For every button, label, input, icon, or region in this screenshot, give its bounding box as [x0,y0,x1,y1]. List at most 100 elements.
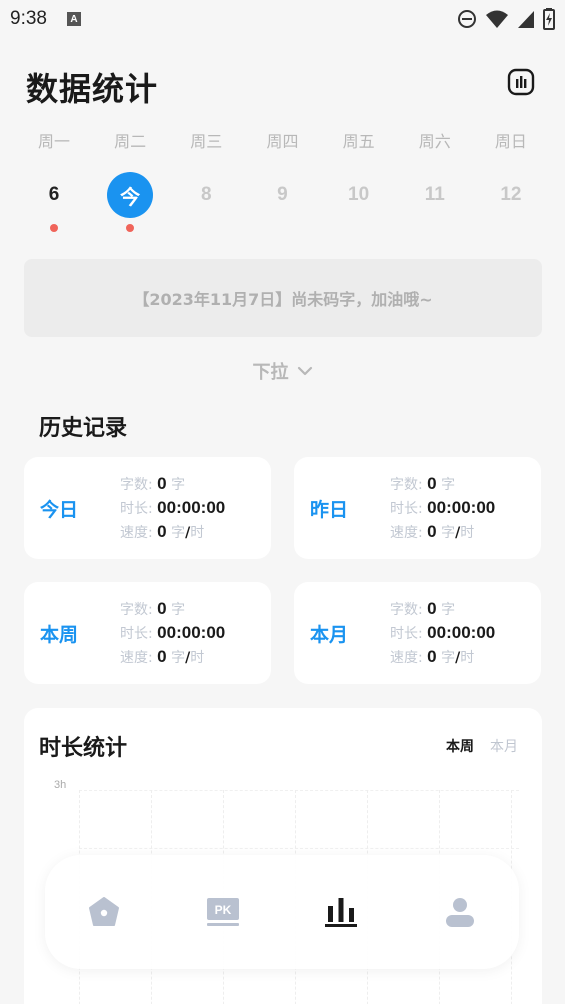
grid-line [79,790,519,791]
stat-count-line: 字数: 0 字 [120,599,225,619]
stat-unit: 时 [190,525,205,541]
stat-card-week[interactable]: 本周 字数: 0 字 时长: 00:00:00 速度: 0 字/时 [24,582,271,684]
week-day-label: 周六 [418,132,451,151]
week-day-label: 周二 [114,132,147,151]
stat-field-label: 字数: [390,602,423,618]
stat-card-label: 本周 [40,623,79,646]
stat-count-line: 字数: 0 字 [390,474,495,494]
week-date[interactable]: 6 [31,172,77,218]
nav-stats[interactable] [311,882,371,942]
week-date-today[interactable]: 今 [107,172,154,218]
nav-pk[interactable]: PK [193,882,253,942]
week-calendar: 周一 6 周二 今 周三 8 周四 9 周五 10 周六 11 周日 12 [16,130,549,232]
status-icons [457,8,555,30]
week-day-label: 周一 [37,132,70,151]
stat-field-label: 字数: [390,477,423,493]
stat-unit: 时 [460,525,475,541]
week-date[interactable]: 9 [259,172,305,218]
chart-button[interactable] [507,68,535,96]
pk-icon: PK [206,898,239,926]
stat-duration-value: 00:00:00 [157,498,226,517]
week-day-sat[interactable]: 周六 11 [397,130,473,232]
nav-home[interactable] [74,882,134,942]
stat-field-label: 速度: [120,650,153,666]
record-dot [50,224,58,232]
notification-icon: A [66,12,81,26]
week-day-label: 周三 [190,132,223,151]
stat-count-value: 0 [427,599,437,618]
stat-field-label: 时长: [120,626,153,642]
stat-field-label: 时长: [390,501,423,517]
week-day-tue[interactable]: 周二 今 [92,130,168,232]
stat-speed-value: 0 [427,647,437,666]
notice-text: 【2023年11月7日】尚未码字，加油哦~ [133,290,433,309]
stats-icon [325,898,358,927]
week-day-label: 周四 [266,132,299,151]
stat-unit: 字 [441,602,456,618]
profile-icon [445,898,474,927]
stat-duration-line: 时长: 00:00:00 [390,623,495,643]
stat-card-yesterday[interactable]: 昨日 字数: 0 字 时长: 00:00:00 速度: 0 字/时 [294,457,541,559]
stat-unit: 字 [171,602,186,618]
page-title: 数据统计 [26,70,159,108]
week-day-label: 周日 [494,132,527,151]
stat-unit: 字 [171,525,186,541]
stat-field-label: 速度: [390,650,423,666]
nav-profile[interactable] [430,882,490,942]
stat-speed-value: 0 [157,647,167,666]
week-date[interactable]: 12 [488,172,534,218]
stat-duration-line: 时长: 00:00:00 [120,498,225,518]
status-time: 9:38 [10,8,47,29]
battery-icon [543,8,555,30]
week-day-thu[interactable]: 周四 9 [244,130,320,232]
stat-unit: 字 [171,650,186,666]
stat-field-label: 时长: [120,501,153,517]
y-axis-tick: 3h [54,779,67,791]
week-day-sun[interactable]: 周日 12 [473,130,549,232]
stat-unit: 字 [441,525,456,541]
bar-chart-icon [507,68,535,96]
stat-card-month[interactable]: 本月 字数: 0 字 时长: 00:00:00 速度: 0 字/时 [294,582,541,684]
svg-text:PK: PK [214,903,231,917]
duration-range-tabs: 本周 本月 [446,736,518,756]
tab-this-month[interactable]: 本月 [490,736,518,756]
pull-down-toggle[interactable]: 下拉 [0,358,565,384]
stat-field-label: 字数: [120,602,153,618]
stat-duration-line: 时长: 00:00:00 [120,623,225,643]
stat-speed-line: 速度: 0 字/时 [390,522,495,542]
duration-stats-title: 时长统计 [39,736,128,761]
stat-duration-value: 00:00:00 [157,623,226,642]
signal-icon [518,11,534,28]
bottom-nav: PK [45,855,519,969]
stat-unit: 字 [171,477,186,493]
week-date[interactable]: 11 [412,172,458,218]
stat-card-today[interactable]: 今日 字数: 0 字 时长: 00:00:00 速度: 0 字/时 [24,457,271,559]
stat-field-label: 字数: [120,477,153,493]
stat-duration-value: 00:00:00 [427,623,496,642]
stat-unit: 时 [190,650,205,666]
week-date[interactable]: 10 [336,172,382,218]
stat-count-value: 0 [427,474,437,493]
stat-speed-line: 速度: 0 字/时 [390,647,495,667]
stat-card-label: 本月 [310,623,349,646]
week-day-wed[interactable]: 周三 8 [168,130,244,232]
daily-notice: 【2023年11月7日】尚未码字，加油哦~ [24,259,542,337]
stat-count-value: 0 [157,474,167,493]
week-day-fri[interactable]: 周五 10 [321,130,397,232]
wifi-icon [486,10,508,28]
chevron-down-icon [297,366,312,376]
stat-speed-line: 速度: 0 字/时 [120,647,225,667]
grid-line [79,848,519,849]
record-dot [355,224,363,232]
record-dot [278,224,286,232]
stat-unit: 字 [441,477,456,493]
week-day-mon[interactable]: 周一 6 [16,130,92,232]
pull-down-label: 下拉 [252,362,289,383]
tab-this-week[interactable]: 本周 [446,736,474,756]
stat-card-label: 今日 [40,498,79,521]
stat-speed-value: 0 [427,522,437,541]
week-date[interactable]: 8 [183,172,229,218]
home-icon [89,897,120,926]
stat-speed-value: 0 [157,522,167,541]
stat-duration-value: 00:00:00 [427,498,496,517]
